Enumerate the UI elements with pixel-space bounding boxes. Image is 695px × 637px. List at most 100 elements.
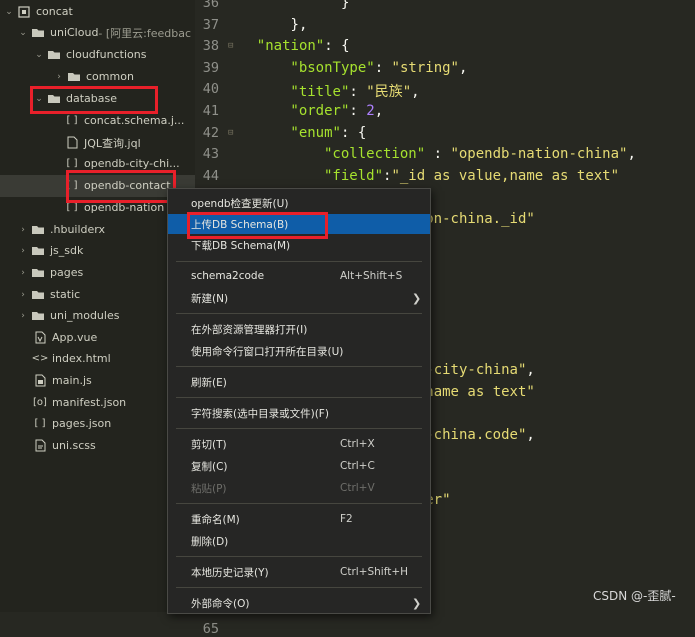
menu-item-opendb-check-update[interactable]: opendb检查更新(U) [168, 193, 430, 213]
code-token: "enum" [290, 124, 341, 141]
menu-item-refresh[interactable]: 刷新(E) [168, 372, 430, 392]
project-icon [17, 6, 31, 18]
folder-icon [31, 224, 45, 236]
menu-item-shortcut: Ctrl+C [340, 460, 375, 472]
tree-item-label: opendb-nation [84, 201, 165, 215]
menu-item-shortcut: F2 [340, 513, 353, 525]
menu-item-label: 粘贴(P) [191, 482, 227, 495]
menu-item-external-command[interactable]: 外部命令(O) ❯ [168, 593, 430, 613]
menu-item-open-in-terminal[interactable]: 使用命令行窗口打开所在目录(U) [168, 341, 430, 361]
json-file-icon: [ ] [66, 158, 78, 170]
chevron-right-icon[interactable]: › [18, 246, 28, 256]
code-token: "opendb-nation-china" [450, 146, 628, 163]
menu-item-paste[interactable]: 粘贴(P) Ctrl+V [168, 478, 430, 498]
line-number: 37 [202, 16, 219, 33]
menu-item-rename[interactable]: 重命名(M) F2 [168, 509, 430, 529]
line-number: 39 [202, 59, 219, 76]
menu-item-shortcut: Ctrl+X [340, 438, 375, 450]
line-number: 41 [202, 103, 219, 119]
menu-item-local-history[interactable]: 本地历史记录(Y) Ctrl+Shift+H [168, 562, 430, 582]
folder-icon [67, 71, 81, 83]
folder-icon [31, 289, 45, 301]
jql-file-icon [65, 136, 79, 149]
highlight-box-upload-schema [187, 212, 328, 239]
menu-item-label: opendb检查更新(U) [191, 197, 289, 210]
tree-item-pages-json[interactable]: [ ] pages.json [0, 413, 195, 435]
code-token: : [349, 84, 367, 101]
chevron-right-icon[interactable]: › [54, 72, 64, 82]
tree-item-cloud-provider: - [阿里云:feedbac [98, 26, 192, 40]
tree-item-cloudfunctions[interactable]: ⌄ cloudfunctions [0, 44, 195, 66]
code-token: , [458, 59, 468, 76]
fold-marker-icon[interactable]: ⊟ [228, 128, 233, 138]
tree-item-concat[interactable]: ⌄ concat [0, 1, 195, 23]
chevron-down-icon[interactable]: ⌄ [18, 28, 28, 38]
tree-item-jql[interactable]: JQL查询.jql [0, 132, 195, 154]
tree-item-label: .hbuilderx [50, 223, 106, 237]
tree-item-label: static [50, 288, 81, 302]
tree-item-static[interactable]: › static [0, 284, 195, 306]
code-token: "string" [391, 59, 459, 76]
menu-item-shortcut: Ctrl+V [340, 482, 375, 494]
menu-item-search-in-files[interactable]: 字符搜索(选中目录或文件)(F) [168, 403, 430, 423]
tree-item-uni-scss[interactable]: uni.scss [0, 435, 195, 457]
menu-item-label: 字符搜索(选中目录或文件)(F) [191, 407, 329, 420]
code-line: "order": 2, [290, 103, 383, 119]
tree-item-js-sdk[interactable]: › js_sdk [0, 240, 195, 262]
code-token: , [374, 103, 384, 119]
tree-item-label: pages [50, 266, 84, 280]
fold-marker-icon[interactable]: ⊟ [228, 41, 233, 51]
menu-item-delete[interactable]: 删除(D) [168, 531, 430, 551]
code-line: "field":"_id as value,name as text" [324, 168, 619, 184]
menu-item-copy[interactable]: 复制(C) Ctrl+C [168, 456, 430, 476]
menu-separator [176, 556, 422, 557]
tree-item-unicloud[interactable]: ⌄ uniCloud - [阿里云:feedbac [0, 22, 195, 44]
menu-separator [176, 503, 422, 504]
tree-item-index-html[interactable]: <> index.html [0, 348, 195, 370]
tree-item-app-vue[interactable]: App.vue [0, 327, 195, 349]
menu-item-open-in-explorer[interactable]: 在外部资源管理器打开(I) [168, 319, 430, 339]
line-number: 65 [202, 621, 219, 637]
code-token: : [374, 59, 392, 76]
chevron-right-icon[interactable]: › [18, 225, 28, 235]
code-line: }, [257, 17, 308, 33]
menu-separator [176, 587, 422, 588]
menu-item-label: 刷新(E) [191, 376, 227, 389]
menu-item-label: 本地历史记录(Y) [191, 566, 269, 579]
menu-item-cut[interactable]: 剪切(T) Ctrl+X [168, 434, 430, 454]
code-token: : [425, 146, 451, 163]
html-file-icon: <> [31, 353, 49, 365]
code-token: }, [256, 16, 308, 33]
menu-item-shortcut: Alt+Shift+S [340, 270, 403, 282]
menu-item-label: 删除(D) [191, 535, 229, 548]
chevron-right-icon[interactable]: › [18, 290, 28, 300]
chevron-right-icon[interactable]: › [18, 268, 28, 278]
menu-item-new[interactable]: 新建(N) ❯ [168, 288, 430, 308]
menu-item-label: 使用命令行窗口打开所在目录(U) [191, 345, 344, 358]
chevron-right-icon[interactable]: › [18, 311, 28, 321]
tree-item-manifest-json[interactable]: [o] manifest.json [0, 392, 195, 414]
tree-item-pages[interactable]: › pages [0, 262, 195, 284]
chevron-down-icon[interactable]: ⌄ [34, 50, 44, 60]
tree-item-main-js[interactable]: main.js [0, 370, 195, 392]
tree-item-hbuilderx[interactable]: › .hbuilderx [0, 219, 195, 241]
menu-item-label: 复制(C) [191, 460, 228, 473]
menu-item-schema2code[interactable]: schema2code Alt+Shift+S [168, 266, 430, 286]
scss-file-icon [33, 439, 47, 452]
code-token: 2 [366, 103, 375, 119]
tree-item-common[interactable]: › common [0, 66, 195, 88]
tree-item-label: uni_modules [50, 309, 120, 323]
line-number: 43 [202, 146, 219, 163]
tree-item-label: opendb-city-chi... [84, 157, 180, 171]
tree-item-label: concat [36, 5, 73, 19]
code-token: "bsonType" [290, 59, 375, 76]
menu-item-label: 外部命令(O) [191, 597, 250, 610]
tree-item-uni-modules[interactable]: › uni_modules [0, 305, 195, 327]
line-number: 44 [202, 167, 219, 184]
vue-file-icon [33, 331, 47, 344]
menu-separator [176, 428, 422, 429]
chevron-down-icon[interactable]: ⌄ [4, 7, 14, 17]
menu-item-label: 重命名(M) [191, 513, 240, 526]
line-number: 40 [202, 81, 219, 98]
tree-item-label: JQL查询.jql [84, 136, 141, 150]
